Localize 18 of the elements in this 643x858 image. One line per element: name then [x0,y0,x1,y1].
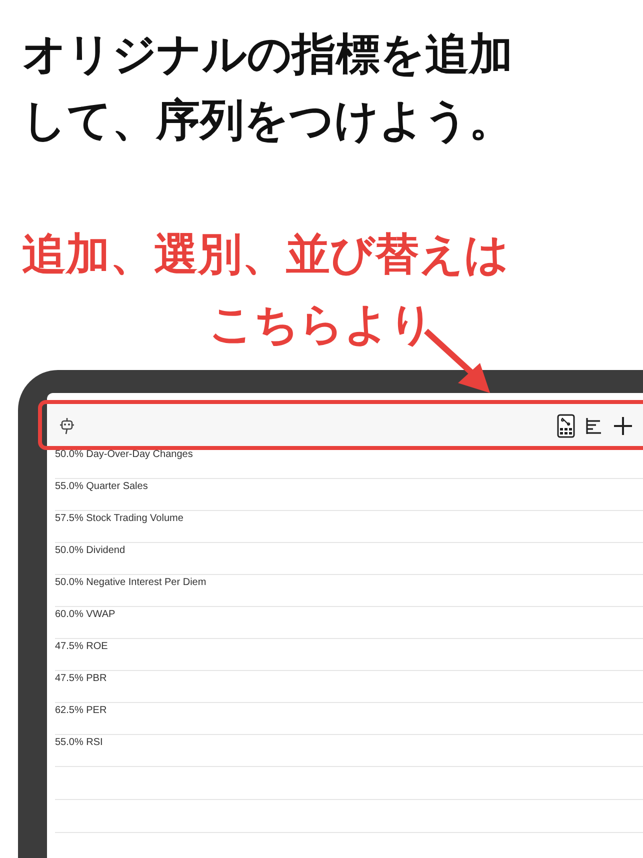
indicator-label: 55.0% RSI [55,736,104,750]
indicator-label: 55.0% Quarter Sales [55,480,149,494]
callout-text: 追加、選別、並び替えは [21,228,510,282]
indicator-label: 60.0% VWAP [55,608,116,622]
callout-text: こちらより [208,298,435,352]
indicator-label: 50.0% Day-Over-Day Changes [55,448,194,462]
indicator-label: 57.5% Stock Trading Volume [55,512,184,526]
indicator-label: 47.5% PBR [55,672,108,686]
indicator-label: 50.0% Negative Interest Per Diem [55,576,208,590]
headline: して、序列をつけよう。 [22,94,514,148]
indicator-label: 62.5% PER [55,704,108,718]
sort-icon[interactable] [585,416,603,434]
indicator-label: 50.0% Dividend [55,544,126,558]
headline: オリジナルの指標を追加 [22,28,514,82]
robot-icon[interactable] [59,416,75,434]
add-icon[interactable] [613,416,633,436]
calculator-icon[interactable] [557,414,575,438]
indicator-label: 47.5% ROE [55,640,109,654]
